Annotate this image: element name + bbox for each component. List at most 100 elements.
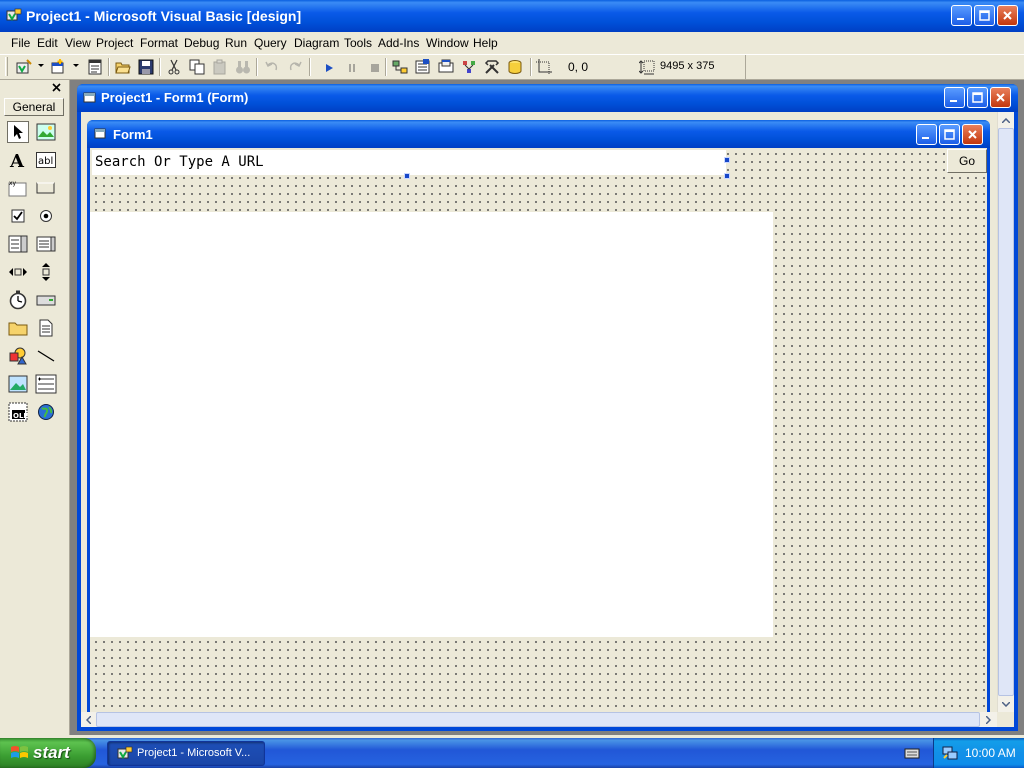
tool-timer[interactable] — [7, 289, 29, 311]
picturebox-icon — [36, 123, 56, 141]
ole-icon: OLE — [8, 402, 28, 422]
break-button[interactable] — [341, 57, 362, 78]
selection-handle[interactable] — [724, 173, 730, 179]
vertical-scroll-thumb[interactable] — [998, 128, 1014, 696]
folder-icon — [8, 322, 28, 336]
undo-button[interactable] — [261, 56, 282, 77]
go-button[interactable]: Go — [947, 149, 987, 173]
designer-maximize-button[interactable] — [967, 87, 988, 108]
tool-label[interactable]: A — [7, 149, 29, 171]
tool-picturebox[interactable] — [35, 121, 57, 143]
close-icon — [1003, 11, 1012, 20]
tool-line[interactable] — [35, 345, 57, 367]
paste-button[interactable] — [209, 56, 230, 77]
tool-ole[interactable]: OLE — [7, 401, 29, 423]
form1-minimize-button[interactable] — [916, 124, 937, 145]
app-title-bar[interactable]: Project1 - Microsoft Visual Basic [desig… — [0, 0, 1024, 32]
globe-icon — [38, 404, 54, 420]
menu-view[interactable]: View — [62, 34, 94, 52]
add-form-dropdown-icon[interactable] — [73, 64, 79, 67]
form-designer-title-bar[interactable]: Project1 - Form1 (Form) — [77, 84, 1018, 112]
copy-button[interactable] — [186, 56, 207, 77]
add-form-button[interactable] — [48, 56, 69, 77]
start-button[interactable]: start — [0, 738, 96, 768]
save-project-button[interactable] — [135, 56, 156, 77]
tool-dirlistbox[interactable] — [7, 317, 29, 339]
toolbox-close-button[interactable] — [49, 81, 63, 94]
selection-handle[interactable] — [724, 157, 730, 163]
tool-pointer[interactable] — [7, 121, 29, 143]
tool-checkbox[interactable] — [7, 205, 29, 227]
form-layout-button[interactable] — [435, 56, 456, 77]
maximize-icon — [972, 92, 983, 103]
tool-webbrowser[interactable] — [35, 401, 57, 423]
properties-window-button[interactable] — [412, 56, 433, 77]
redo-icon — [289, 61, 302, 70]
tool-data[interactable] — [35, 373, 57, 395]
find-button[interactable] — [232, 56, 253, 77]
object-browser-button[interactable] — [458, 56, 479, 77]
menu-add-ins[interactable]: Add-Ins — [375, 34, 422, 52]
close-button[interactable] — [997, 5, 1018, 26]
designer-close-button[interactable] — [990, 87, 1011, 108]
toolbox-tab-general[interactable]: General — [4, 98, 64, 116]
scroll-left-arrow-icon[interactable] — [81, 712, 96, 727]
tool-commandbutton[interactable] — [35, 177, 57, 199]
tool-image[interactable] — [7, 373, 29, 395]
tool-drivelistbox[interactable] — [35, 289, 57, 311]
menu-query[interactable]: Query — [251, 34, 290, 52]
toolbox-button[interactable] — [481, 56, 502, 77]
redo-button[interactable] — [284, 56, 305, 77]
frame-icon: xy — [8, 180, 27, 197]
toolbar-grip[interactable] — [5, 57, 8, 76]
menu-project[interactable]: Project — [93, 34, 136, 52]
form1-title: Form1 — [113, 127, 153, 142]
menu-format[interactable]: Format — [137, 34, 181, 52]
tool-hscrollbar[interactable] — [7, 261, 29, 283]
cut-button[interactable] — [163, 56, 184, 77]
menu-file[interactable]: File — [8, 34, 33, 52]
tool-filelistbox[interactable] — [35, 317, 57, 339]
scroll-up-arrow-icon[interactable] — [998, 112, 1014, 128]
add-project-dropdown-icon[interactable] — [38, 64, 44, 67]
menu-help[interactable]: Help — [470, 34, 501, 52]
minimize-button[interactable] — [951, 5, 972, 26]
menu-run[interactable]: Run — [222, 34, 250, 52]
form1-title-bar[interactable]: Form1 — [87, 120, 990, 148]
tool-listbox[interactable] — [35, 233, 57, 255]
designer-minimize-button[interactable] — [944, 87, 965, 108]
form1-close-button[interactable] — [962, 124, 983, 145]
data-view-button[interactable] — [504, 56, 525, 77]
maximize-button[interactable] — [974, 5, 995, 26]
project-explorer-button[interactable] — [389, 56, 410, 77]
horizontal-scroll-thumb[interactable] — [96, 712, 980, 727]
tool-textbox[interactable]: abl — [35, 149, 57, 171]
menu-tools[interactable]: Tools — [341, 34, 375, 52]
scroll-right-arrow-icon[interactable] — [981, 712, 996, 727]
menu-window[interactable]: Window — [423, 34, 472, 52]
open-project-button[interactable] — [112, 56, 133, 77]
tool-vscrollbar[interactable] — [35, 261, 57, 283]
keyboard-tray-icon[interactable] — [904, 746, 920, 760]
tool-combobox[interactable] — [7, 233, 29, 255]
tool-shape[interactable] — [7, 345, 29, 367]
start-button[interactable] — [318, 57, 339, 78]
tool-frame[interactable]: xy — [7, 177, 29, 199]
menu-editor-button[interactable] — [84, 56, 105, 77]
start-label: start — [33, 743, 70, 762]
end-button[interactable] — [364, 57, 385, 78]
selection-handle[interactable] — [404, 173, 410, 179]
add-project-button[interactable] — [14, 56, 35, 77]
tool-optionbutton[interactable] — [35, 205, 57, 227]
form1-maximize-button[interactable] — [939, 124, 960, 145]
menu-debug[interactable]: Debug — [181, 34, 222, 52]
network-tray-icon[interactable] — [941, 745, 959, 761]
stop-icon — [370, 63, 379, 72]
toolbar-end — [745, 55, 746, 79]
menu-diagram[interactable]: Diagram — [291, 34, 342, 52]
url-textbox[interactable]: Search Or Type A URL — [91, 149, 727, 176]
scroll-down-arrow-icon[interactable] — [998, 696, 1014, 712]
web-browser-control[interactable] — [90, 212, 773, 637]
taskbar-task-vb[interactable]: Project1 - Microsoft V... — [107, 741, 265, 766]
menu-edit[interactable]: Edit — [34, 34, 61, 52]
